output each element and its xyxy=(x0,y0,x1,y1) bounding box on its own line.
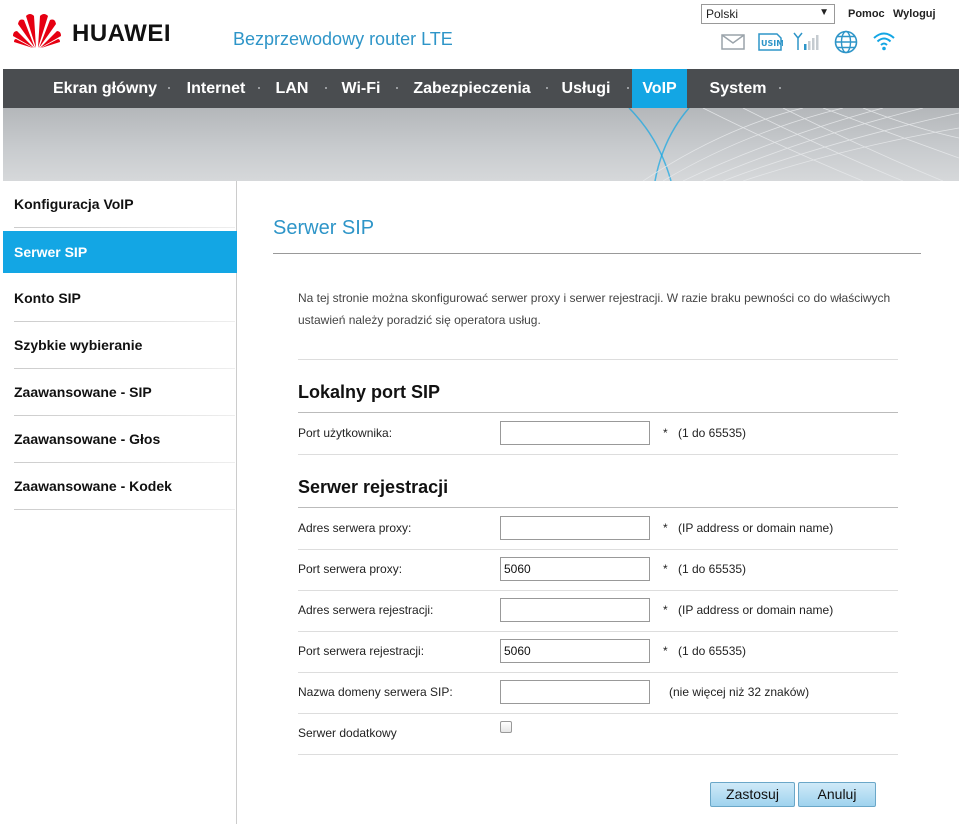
registration-address-input[interactable] xyxy=(500,598,650,622)
huawei-logo-icon xyxy=(13,14,61,48)
nav-item-voip[interactable]: VoIP xyxy=(632,69,687,108)
sidebar-item-advanced-sip[interactable]: Zaawansowane - SIP xyxy=(3,369,237,416)
row-divider xyxy=(298,631,898,632)
section-divider xyxy=(298,359,898,360)
sip-domain-hint: (nie więcej niż 32 znaków) xyxy=(669,685,810,699)
row-divider xyxy=(298,454,898,455)
main-nav: Ekran główny Internet LAN Wi-Fi Zabezpie… xyxy=(3,69,959,108)
usim-icon: USIM xyxy=(758,33,783,51)
decorative-banner xyxy=(3,108,959,181)
row-divider xyxy=(298,672,898,673)
nav-separator xyxy=(627,87,629,89)
brand-name: HUAWEI xyxy=(72,20,171,47)
proxy-address-hint: (IP address or domain name) xyxy=(678,521,834,535)
registration-address-hint: (IP address or domain name) xyxy=(678,603,834,617)
sidebar-item-label: Zaawansowane - Kodek xyxy=(14,478,172,494)
sidebar-item-advanced-voice[interactable]: Zaawansowane - Głos xyxy=(3,416,237,463)
page-title: Serwer SIP xyxy=(273,217,375,239)
cancel-button[interactable]: Anuluj xyxy=(798,782,876,807)
required-marker: * xyxy=(663,644,668,658)
required-marker: * xyxy=(663,562,668,576)
banner-pattern-icon xyxy=(628,108,959,181)
apply-button[interactable]: Zastosuj xyxy=(710,782,795,807)
nav-item-lan[interactable]: LAN xyxy=(261,69,323,108)
sip-domain-input[interactable] xyxy=(500,680,650,704)
mail-icon[interactable] xyxy=(721,34,745,50)
sidebar-item-label: Szybkie wybieranie xyxy=(14,337,143,353)
sidebar-divider xyxy=(14,509,235,510)
sidebar: Konfiguracja VoIP Serwer SIP Konto SIP S… xyxy=(3,181,237,824)
page-description: Na tej stronie można skonfigurować serwe… xyxy=(298,291,891,327)
section-divider xyxy=(298,507,898,508)
chevron-down-icon[interactable]: ▼ xyxy=(819,7,829,18)
proxy-address-label: Adres serwera proxy: xyxy=(298,521,412,535)
required-marker: * xyxy=(663,521,668,535)
required-marker: * xyxy=(663,426,668,440)
usim-label: USIM xyxy=(761,39,783,48)
row-divider xyxy=(298,590,898,591)
nav-separator xyxy=(779,87,781,89)
globe-icon xyxy=(834,30,858,54)
sidebar-item-sip-account[interactable]: Konto SIP xyxy=(3,275,237,322)
row-divider xyxy=(298,549,898,550)
proxy-port-hint: (1 do 65535) xyxy=(678,562,747,576)
sidebar-item-voip-config[interactable]: Konfiguracja VoIP xyxy=(3,181,237,228)
nav-separator xyxy=(396,87,398,89)
language-select[interactable]: Polski ▼ xyxy=(701,4,835,24)
section-divider xyxy=(298,412,898,413)
sidebar-item-label: Zaawansowane - SIP xyxy=(14,384,152,400)
row-divider xyxy=(298,713,898,714)
nav-item-system[interactable]: System xyxy=(695,69,781,108)
sidebar-item-label: Serwer SIP xyxy=(14,244,88,260)
registration-port-label: Port serwera rejestracji: xyxy=(298,644,425,658)
user-port-hint: (1 do 65535) xyxy=(678,426,747,440)
proxy-address-input[interactable] xyxy=(500,516,650,540)
secondary-server-checkbox[interactable] xyxy=(500,721,512,733)
required-marker: * xyxy=(663,603,668,617)
secondary-server-label: Serwer dodatkowy xyxy=(298,726,397,740)
wifi-icon xyxy=(873,32,895,51)
help-link[interactable]: Pomoc xyxy=(848,8,885,20)
proxy-port-label: Port serwera proxy: xyxy=(298,562,403,576)
nav-item-internet[interactable]: Internet xyxy=(173,69,259,108)
registration-port-input[interactable] xyxy=(500,639,650,663)
nav-item-services[interactable]: Usługi xyxy=(549,69,623,108)
sidebar-item-label: Konfiguracja VoIP xyxy=(14,196,134,212)
sidebar-divider xyxy=(14,227,235,228)
proxy-port-input[interactable] xyxy=(500,557,650,581)
nav-item-security[interactable]: Zabezpieczenia xyxy=(399,69,545,108)
nav-separator xyxy=(168,87,170,89)
header: HUAWEI Bezprzewodowy router LTE Polski ▼… xyxy=(0,0,962,69)
sip-domain-label: Nazwa domeny serwera SIP: xyxy=(298,685,453,699)
local-sip-port-heading: Lokalny port SIP xyxy=(298,382,441,402)
language-value: Polski xyxy=(706,7,739,21)
sidebar-item-label: Zaawansowane - Głos xyxy=(14,431,161,447)
nav-separator xyxy=(325,87,327,89)
logout-link[interactable]: Wyloguj xyxy=(893,8,936,20)
product-name: Bezprzewodowy router LTE xyxy=(233,29,453,49)
sidebar-item-label: Konto SIP xyxy=(14,290,81,306)
sidebar-item-sip-server[interactable]: Serwer SIP xyxy=(3,231,237,273)
nav-separator xyxy=(546,87,548,89)
user-port-input[interactable] xyxy=(500,421,650,445)
row-divider xyxy=(298,754,898,755)
nav-separator xyxy=(258,87,260,89)
registration-address-label: Adres serwera rejestracji: xyxy=(298,603,434,617)
nav-item-wifi[interactable]: Wi-Fi xyxy=(328,69,394,108)
signal-icon xyxy=(793,32,819,50)
registration-port-hint: (1 do 65535) xyxy=(678,644,747,658)
sidebar-item-speed-dial[interactable]: Szybkie wybieranie xyxy=(3,322,237,369)
title-divider xyxy=(273,253,921,254)
sidebar-item-advanced-codec[interactable]: Zaawansowane - Kodek xyxy=(3,463,237,510)
nav-item-home[interactable]: Ekran główny xyxy=(37,69,173,108)
registration-server-heading: Serwer rejestracji xyxy=(298,477,449,497)
user-port-label: Port użytkownika: xyxy=(298,426,393,440)
